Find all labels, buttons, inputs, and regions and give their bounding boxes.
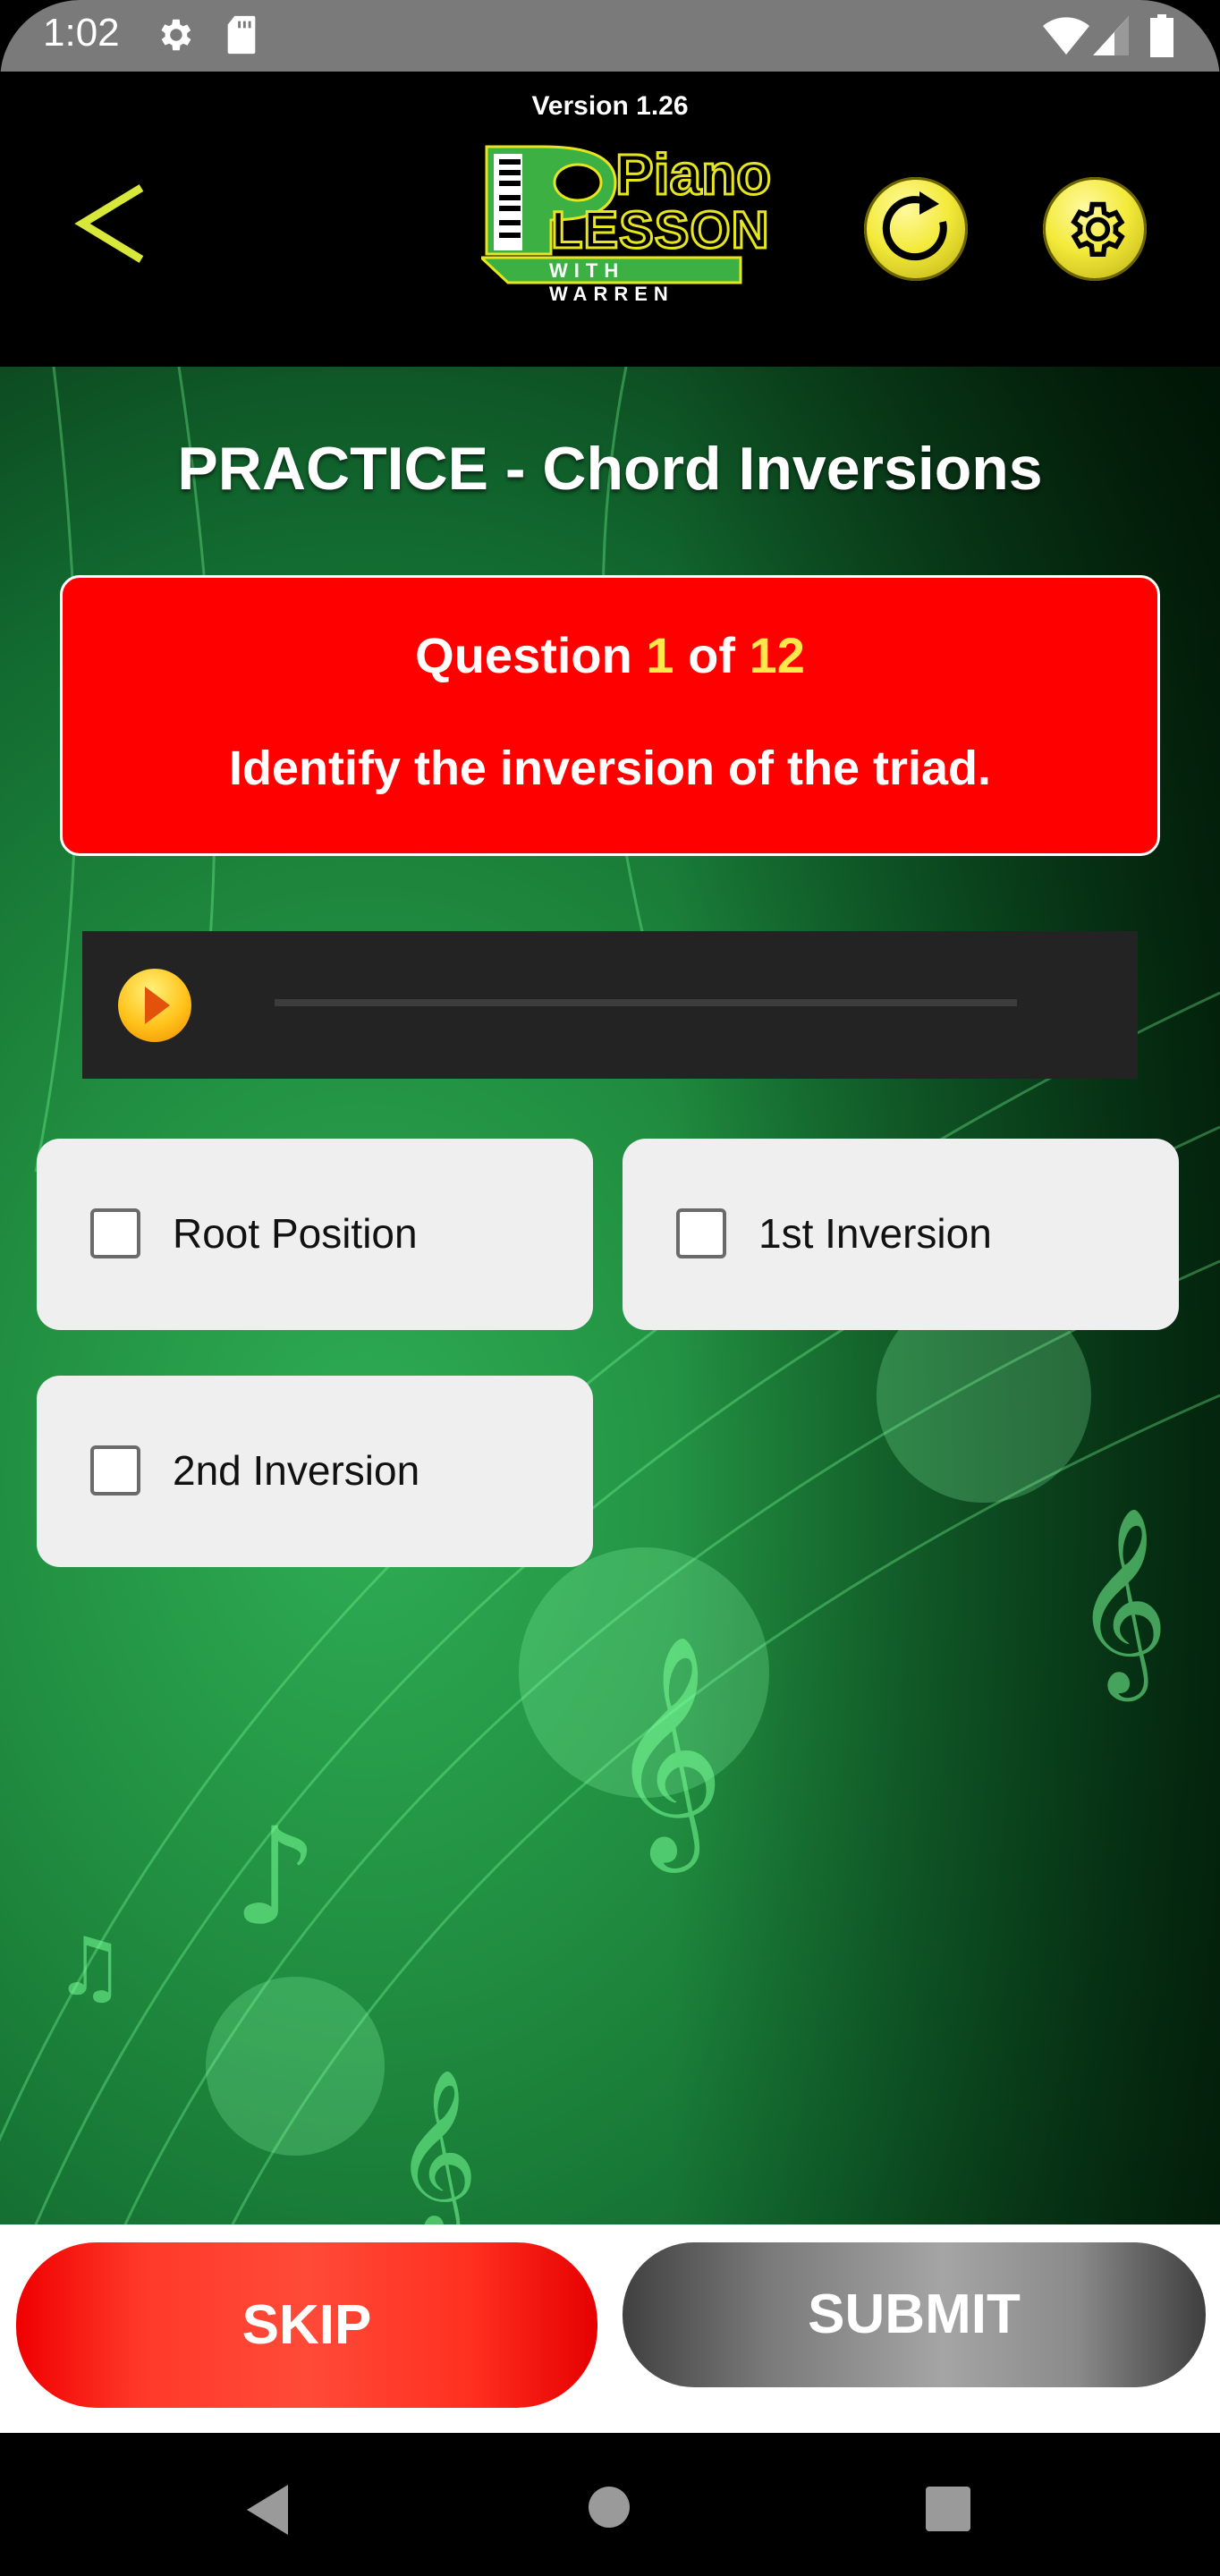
checkbox[interactable] <box>90 1208 140 1258</box>
audio-progress-track[interactable] <box>275 999 1017 1006</box>
status-bar: 1:02 <box>0 0 1220 72</box>
svg-text:♪: ♪ <box>233 1800 318 1955</box>
option-label: Root Position <box>173 1210 418 1257</box>
checkbox[interactable] <box>90 1445 140 1496</box>
battery-icon <box>1150 14 1173 57</box>
wifi-icon <box>1043 17 1089 55</box>
question-total: 12 <box>749 627 805 683</box>
refresh-icon <box>882 191 947 261</box>
app-header: Version 1.26 Piano LESSON WITH WARREN <box>0 72 1220 367</box>
question-prompt: Identify the inversion of the triad. <box>228 741 992 795</box>
logo-word-with-warren: WITH WARREN <box>549 259 674 305</box>
question-of: of <box>688 627 735 683</box>
submit-button[interactable]: SUBMIT <box>623 2242 1206 2387</box>
svg-text:𝄞: 𝄞 <box>608 1633 724 1873</box>
option-root-position[interactable]: Root Position <box>37 1139 593 1330</box>
page-title: PRACTICE - Chord Inversions <box>177 435 1043 503</box>
svg-text:𝄞: 𝄞 <box>1073 1506 1168 1701</box>
question-counter: Question 1 of 12 <box>63 626 1157 684</box>
nav-home-icon[interactable] <box>589 2487 630 2528</box>
svg-text:𝄞: 𝄞 <box>394 2067 479 2224</box>
question-prefix: Question <box>415 627 632 683</box>
play-icon[interactable] <box>118 969 191 1042</box>
signal-icon <box>1093 16 1129 55</box>
question-current: 1 <box>646 627 674 683</box>
practice-area: 𝄞 𝄞 ♫ ♪ 𝄞 PRACTICE - Chord Inversions Qu… <box>0 367 1220 2224</box>
question-panel: Question 1 of 12 Identify the inversion … <box>60 575 1160 856</box>
app-logo: Piano LESSON WITH WARREN <box>478 141 773 305</box>
audio-player <box>82 931 1138 1079</box>
status-time: 1:02 <box>43 11 120 55</box>
logo-word-lesson: LESSON <box>550 200 770 261</box>
chevron-left-icon[interactable] <box>72 179 152 268</box>
option-2nd-inversion[interactable]: 2nd Inversion <box>37 1376 593 1567</box>
skip-button[interactable]: SKIP <box>16 2242 597 2408</box>
settings-button[interactable] <box>1043 177 1147 281</box>
option-label: 2nd Inversion <box>173 1447 420 1494</box>
nav-back-icon[interactable] <box>247 2485 288 2535</box>
nav-recents-icon[interactable] <box>926 2487 970 2531</box>
logo-word-piano: Piano <box>614 141 772 208</box>
checkbox[interactable] <box>676 1208 726 1258</box>
action-bar: SKIP SUBMIT <box>0 2224 1220 2433</box>
option-label: 1st Inversion <box>758 1210 992 1257</box>
option-1st-inversion[interactable]: 1st Inversion <box>623 1139 1179 1330</box>
settings-icon <box>161 19 191 51</box>
sd-card-icon <box>227 15 256 55</box>
system-nav-bar <box>0 2433 1220 2576</box>
refresh-button[interactable] <box>864 177 968 281</box>
version-label: Version 1.26 <box>531 91 689 121</box>
svg-text:♫: ♫ <box>54 1920 126 2014</box>
gear-icon <box>1071 201 1125 258</box>
phone-screen: 1:02 Version 1.26 Piano LESSON WITH WARR… <box>0 0 1220 2576</box>
